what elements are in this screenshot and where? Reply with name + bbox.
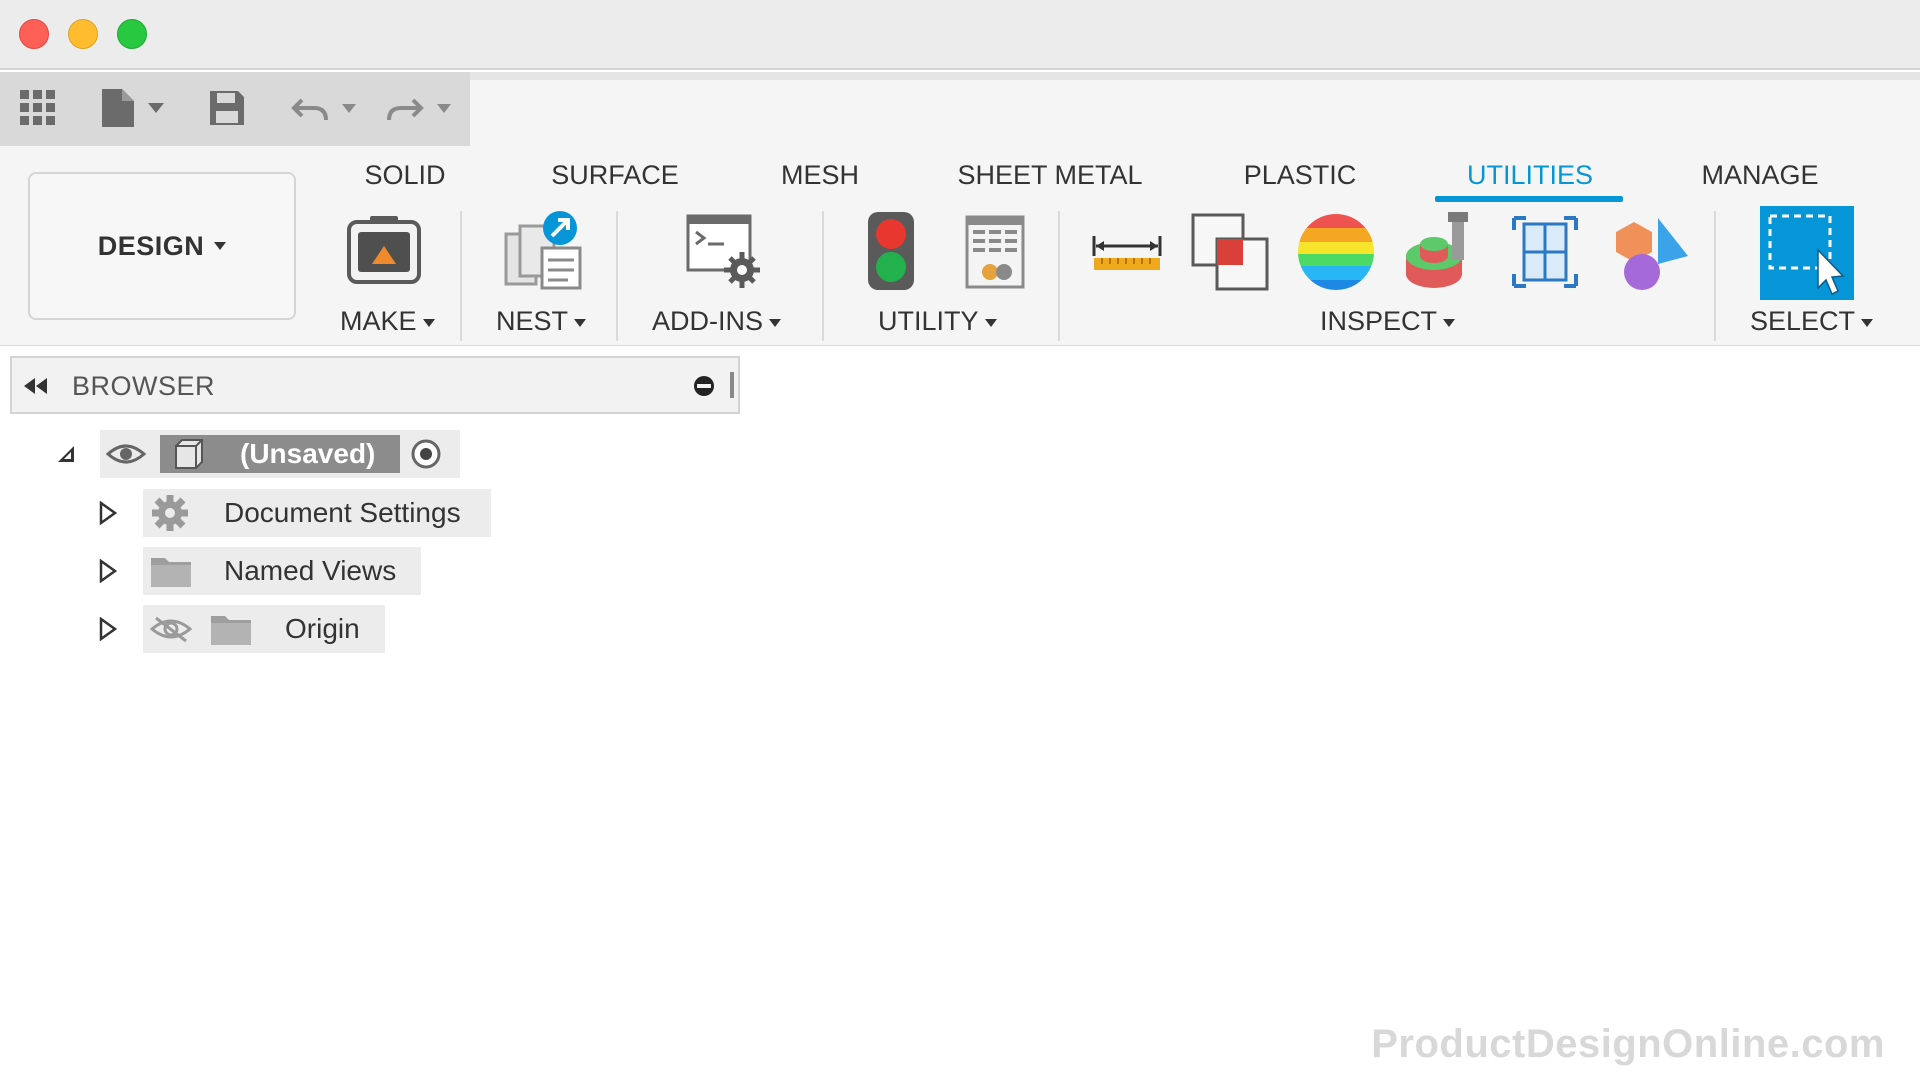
browser-resize-handle[interactable]	[730, 372, 734, 398]
file-menu-button[interactable]	[100, 88, 170, 128]
group-separator	[822, 211, 824, 341]
chevron-down-icon	[574, 318, 587, 327]
addins-menu[interactable]: ADD-INS	[652, 301, 782, 341]
zoom-window-button[interactable]	[117, 19, 147, 49]
expand-triangle-icon[interactable]	[98, 617, 118, 641]
redo-icon	[387, 98, 451, 121]
expanded-triangle-icon[interactable]	[56, 444, 76, 464]
tab-surface[interactable]: SURFACE	[545, 154, 685, 196]
component-icon	[175, 439, 203, 469]
accessibility-analysis-icon[interactable]	[1404, 210, 1476, 292]
group-separator	[616, 211, 618, 341]
tab-utilities[interactable]: UTILITIES	[1440, 154, 1620, 196]
collapse-browser-icon[interactable]	[22, 376, 52, 396]
inspect-menu[interactable]: INSPECT	[1320, 301, 1456, 341]
file-icon	[102, 89, 164, 127]
folder-icon	[151, 558, 191, 587]
chevron-down-icon	[422, 318, 435, 327]
app-grid-icon	[20, 90, 55, 125]
interference-icon[interactable]	[1190, 212, 1270, 292]
undo-icon	[291, 98, 356, 121]
tab-strip-shadow	[470, 72, 1920, 80]
document-settings-label: Document Settings	[224, 497, 461, 528]
group-separator	[1714, 211, 1716, 341]
group-separator	[460, 211, 462, 341]
chevron-down-icon	[1443, 318, 1456, 327]
measure-icon[interactable]	[1090, 234, 1164, 274]
folder-icon	[211, 616, 251, 645]
display-component-colors-icon[interactable]	[1612, 212, 1690, 292]
undo-button[interactable]	[290, 88, 362, 128]
activate-component-radio-icon[interactable]	[410, 438, 442, 470]
active-tab-indicator	[1435, 196, 1623, 202]
visibility-eye-icon[interactable]	[106, 440, 146, 468]
named-views-label: Named Views	[224, 555, 397, 586]
chevron-down-icon	[769, 318, 782, 327]
tab-plastic[interactable]: PLASTIC	[1235, 154, 1365, 196]
watermark: ProductDesignOnline.com	[1371, 1022, 1885, 1066]
make-label: MAKE	[340, 306, 417, 336]
browser-minimize-icon[interactable]	[692, 374, 716, 398]
nest-label: NEST	[496, 306, 569, 336]
nest-icon[interactable]	[502, 208, 584, 292]
gear-icon	[152, 495, 188, 531]
zebra-analysis-icon[interactable]	[1296, 212, 1376, 292]
3d-print-icon[interactable]	[346, 214, 422, 290]
addins-label: ADD-INS	[652, 306, 764, 336]
root-node-label: (Unsaved)	[240, 438, 376, 469]
browser-panel-header: BROWSER	[10, 356, 740, 414]
nest-menu[interactable]: NEST	[496, 301, 587, 341]
redo-button[interactable]	[385, 88, 457, 128]
group-separator	[1058, 211, 1060, 341]
chevron-down-icon	[1861, 318, 1874, 327]
expand-triangle-icon[interactable]	[98, 559, 118, 583]
select-icon[interactable]	[1760, 206, 1856, 300]
utility-label: UTILITY	[878, 306, 979, 336]
browser-title: BROWSER	[72, 371, 216, 401]
workspace-label: DESIGN	[97, 230, 205, 261]
minimize-window-button[interactable]	[68, 19, 98, 49]
workspace-switcher[interactable]: DESIGN	[28, 172, 296, 320]
expand-triangle-icon[interactable]	[98, 501, 118, 525]
origin-label: Origin	[285, 613, 360, 644]
ribbon-tab-area	[470, 80, 1920, 146]
tab-sheet-metal[interactable]: SHEET METAL	[950, 154, 1150, 196]
select-menu[interactable]: SELECT	[1750, 301, 1874, 341]
title-bar	[0, 0, 1920, 70]
parameters-table-icon[interactable]	[964, 214, 1026, 290]
quick-access-toolbar	[0, 72, 470, 146]
select-label: SELECT	[1750, 306, 1856, 336]
ribbon-toolbar: DESIGN SOLID SURFACE MESH SHEET METAL PL…	[0, 146, 1920, 346]
chevron-down-icon	[984, 318, 997, 327]
make-menu[interactable]: MAKE	[340, 301, 435, 341]
hidden-eye-icon[interactable]	[150, 614, 192, 644]
tab-mesh[interactable]: MESH	[770, 154, 870, 196]
tab-solid[interactable]: SOLID	[355, 154, 455, 196]
save-icon	[210, 91, 244, 125]
inspect-label: INSPECT	[1320, 306, 1438, 336]
compute-all-icon[interactable]	[866, 210, 916, 292]
scripts-addins-icon[interactable]	[684, 212, 764, 292]
chevron-down-icon	[214, 242, 227, 250]
utility-menu[interactable]: UTILITY	[878, 301, 997, 341]
close-window-button[interactable]	[19, 19, 49, 49]
section-analysis-icon[interactable]	[1510, 214, 1580, 290]
app-grid-button[interactable]	[20, 88, 56, 128]
tab-manage[interactable]: MANAGE	[1690, 154, 1830, 196]
save-button[interactable]	[208, 88, 246, 128]
